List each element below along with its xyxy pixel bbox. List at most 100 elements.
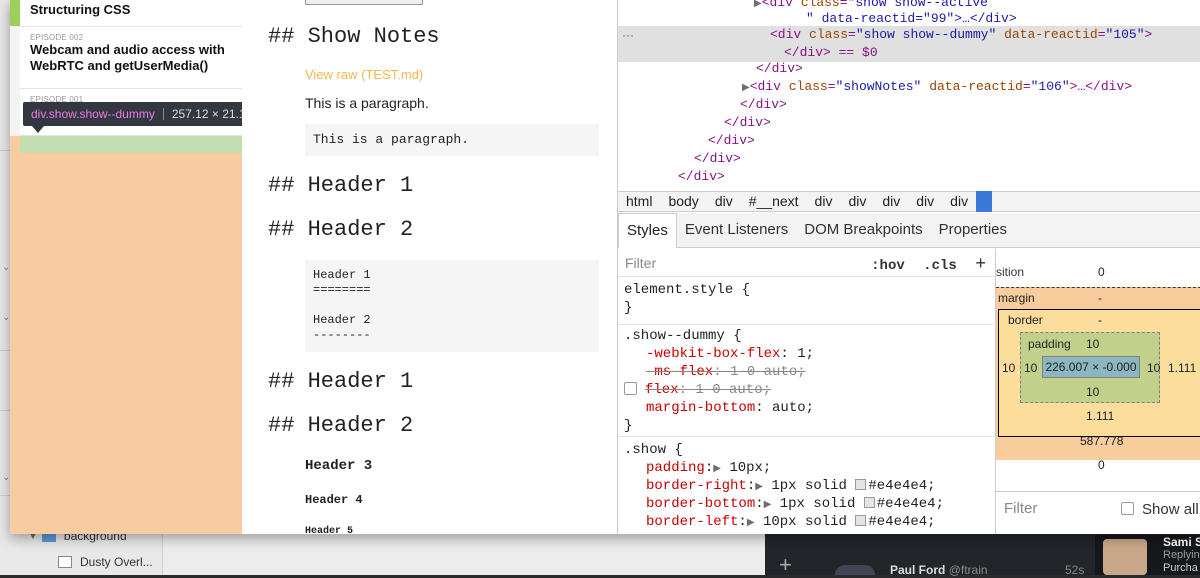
border-value[interactable]: -: [1098, 313, 1102, 327]
show-notes-content: ## Show Notes View raw (TEST.md) This is…: [242, 0, 617, 534]
color-swatch[interactable]: [863, 496, 875, 508]
breadcrumb-item-active[interactable]: [976, 191, 993, 212]
position-bottom-value[interactable]: 0: [1098, 458, 1105, 472]
inspect-tooltip: div.show.show--dummy 257.12 × 21.11: [23, 102, 260, 126]
style-property[interactable]: flex: 1 0 auto;: [618, 381, 996, 399]
dom-node[interactable]: </div>: [618, 150, 1200, 168]
episode-item[interactable]: EPISODE 002 Webcam and audio access with…: [20, 27, 242, 89]
tab-styles[interactable]: Styles: [618, 212, 677, 248]
chat-app: + Paul Ford @ftrain 52s Sami S Replying …: [765, 530, 1200, 578]
show-all-toggle[interactable]: Show all: [1121, 501, 1199, 518]
dummy-padding-overlay: [20, 136, 242, 153]
style-rule[interactable]: .show { padding:▶ 10px; border-right:▶ 1…: [618, 441, 996, 534]
breadcrumb-item[interactable]: #__next: [741, 191, 807, 212]
tooltip-arrow: [32, 126, 44, 133]
breadcrumb-item[interactable]: div: [874, 191, 908, 212]
expand-icon[interactable]: ▶: [755, 482, 763, 493]
avatar: [835, 565, 875, 575]
style-property[interactable]: -webkit-box-flex: 1;: [618, 345, 996, 363]
dom-node[interactable]: ▶<div class="showNotes" data-reactid="10…: [618, 78, 1200, 96]
style-property[interactable]: border-right:▶ 1px solid #e4e4e4;: [618, 477, 996, 495]
rule-selector[interactable]: .show {: [618, 441, 996, 459]
style-property[interactable]: -ms-flex: 1 0 auto;: [618, 363, 996, 381]
style-rule[interactable]: element.style { }: [618, 281, 996, 325]
tab-dom-breakpoints[interactable]: DOM Breakpoints: [796, 213, 930, 247]
breadcrumb-item[interactable]: div: [807, 191, 841, 212]
heading: ## Header 2: [268, 217, 414, 242]
dom-node[interactable]: </div>: [618, 60, 1200, 78]
padding-bottom-value[interactable]: 10: [1086, 385, 1099, 399]
dm-text: Purcha: [1163, 562, 1198, 574]
breadcrumb-item[interactable]: html: [618, 191, 660, 212]
border-bottom-value[interactable]: 1.111: [1086, 409, 1114, 423]
margin-bottom-value[interactable]: 587.778: [1080, 434, 1123, 448]
padding-top-value[interactable]: 10: [1086, 337, 1099, 351]
dom-node-selected[interactable]: <div class="show show--dummy" data-react…: [618, 26, 1200, 62]
breadcrumb-item[interactable]: div: [707, 191, 741, 212]
position-value[interactable]: 0: [1098, 265, 1105, 279]
computed-filter-input[interactable]: Filter: [1004, 500, 1037, 517]
expand-icon[interactable]: ▶: [742, 83, 750, 94]
margin-value[interactable]: -: [1098, 291, 1102, 305]
dom-node[interactable]: </div>: [618, 114, 1200, 132]
episode-button[interactable]: [305, 0, 423, 5]
dom-node[interactable]: </div>: [618, 96, 1200, 114]
border-right-value[interactable]: 1.111: [1168, 361, 1196, 375]
breadcrumb-item[interactable]: body: [660, 191, 706, 212]
plus-icon[interactable]: +: [779, 552, 792, 578]
episode-title: Webcam and audio access with: [30, 42, 225, 57]
rule-close: }: [624, 300, 633, 316]
divider: [162, 108, 164, 120]
tab-properties[interactable]: Properties: [931, 213, 1015, 247]
breadcrumb: html body div #__next div div div div di…: [618, 191, 1200, 212]
episode-title: Structuring CSS: [30, 2, 131, 17]
style-property[interactable]: border-bottom:▶ 1px solid #e4e4e4;: [618, 495, 996, 513]
view-raw-link[interactable]: View raw (TEST.md): [305, 67, 423, 82]
breadcrumb-item[interactable]: div: [942, 191, 976, 212]
tooltip-selector: div.show.show--dummy: [31, 107, 155, 121]
padding-label: padding: [1028, 337, 1071, 351]
breadcrumb-item[interactable]: div: [908, 191, 942, 212]
episode-item[interactable]: Structuring CSS: [20, 0, 242, 27]
show-all-checkbox[interactable]: [1121, 502, 1134, 515]
heading: ## Header 1: [268, 173, 414, 198]
episode-sidebar: Structuring CSS EPISODE 002 Webcam and a…: [10, 0, 242, 534]
rule-selector[interactable]: element.style {: [618, 281, 996, 299]
cls-button[interactable]: .cls: [923, 258, 957, 274]
padding-left-value[interactable]: 10: [1024, 361, 1037, 375]
dom-node[interactable]: </div>: [618, 168, 1200, 186]
color-swatch[interactable]: [855, 514, 867, 526]
filter-input[interactable]: Filter: [625, 255, 656, 271]
padding-right-value[interactable]: 10: [1147, 361, 1160, 375]
layer-row[interactable]: Dusty Overl...: [0, 551, 163, 573]
dm-panel: Sami S Replying Purcha: [1095, 535, 1200, 575]
add-rule-button[interactable]: +: [975, 255, 986, 275]
rule-close: }: [624, 418, 633, 434]
rule-selector[interactable]: .show--dummy {: [618, 327, 996, 345]
breadcrumb-item[interactable]: div: [840, 191, 874, 212]
style-property[interactable]: padding:▶ 10px;: [618, 459, 996, 477]
expand-icon[interactable]: ▶: [754, 0, 762, 10]
expand-icon[interactable]: ▶: [747, 518, 755, 529]
dom-node[interactable]: </div>: [618, 132, 1200, 150]
episode-title: WebRTC and getUserMedia(): [30, 58, 209, 73]
style-property[interactable]: margin-bottom: auto;: [618, 399, 996, 417]
styles-filter[interactable]: Filter :hov .cls +: [618, 249, 996, 277]
code-block: Header 1 ======== Header 2 --------: [305, 260, 599, 352]
property-checkbox[interactable]: [624, 381, 637, 395]
dummy-margin-overlay: [10, 136, 20, 153]
heading: ## Header 2: [268, 413, 414, 438]
expand-icon[interactable]: ▶: [764, 500, 772, 511]
style-property[interactable]: border-left:▶ 10px solid #e4e4e4;: [618, 513, 996, 531]
content-size[interactable]: 226.007 × -0.000: [1042, 356, 1140, 378]
heading: ## Show Notes: [268, 24, 440, 49]
expand-icon[interactable]: ▶: [713, 464, 721, 475]
color-swatch[interactable]: [855, 478, 867, 490]
border-left-value[interactable]: 10: [1002, 361, 1015, 375]
more-icon[interactable]: ···: [622, 28, 634, 42]
tab-event-listeners[interactable]: Event Listeners: [677, 213, 796, 247]
hov-button[interactable]: :hov: [871, 258, 905, 274]
margin-label: margin: [998, 291, 1035, 305]
style-rule[interactable]: .show--dummy { -webkit-box-flex: 1; -ms-…: [618, 327, 996, 437]
box-model: sition 0 margin - border - padding 10 22…: [996, 249, 1200, 481]
